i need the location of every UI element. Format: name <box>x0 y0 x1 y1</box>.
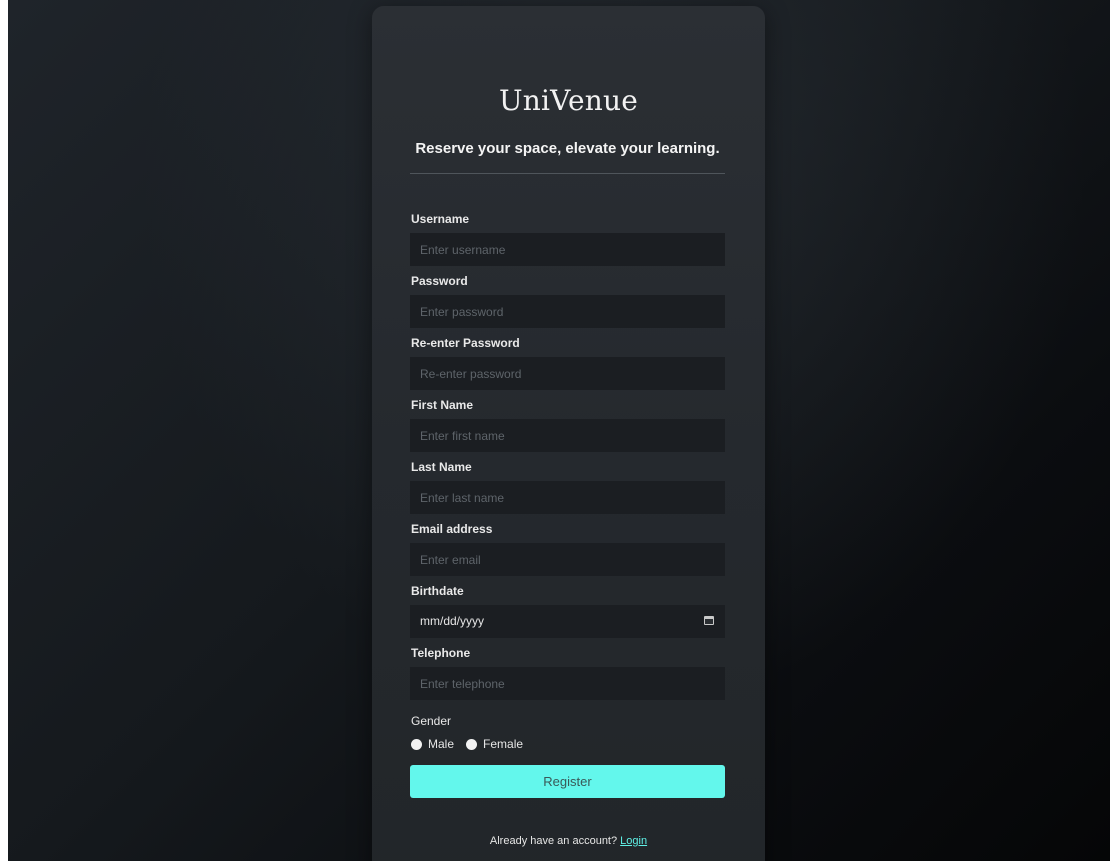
username-input[interactable] <box>410 233 725 266</box>
register-button[interactable]: Register <box>410 765 725 798</box>
birthdate-label: Birthdate <box>411 584 464 598</box>
login-prompt: Already have an account? Login <box>372 835 765 847</box>
password-label: Password <box>411 274 468 288</box>
birthdate-value: mm/dd/yyyy <box>420 614 485 628</box>
gender-male-option[interactable]: Male <box>411 737 454 751</box>
telephone-input[interactable] <box>410 667 725 700</box>
birthdate-input[interactable]: mm/dd/yyyy <box>410 605 725 638</box>
login-link[interactable]: Login <box>620 835 647 847</box>
password-input[interactable] <box>410 295 725 328</box>
radio-button-icon[interactable] <box>411 738 422 750</box>
calendar-icon[interactable] <box>704 616 714 625</box>
gender-male-label: Male <box>428 737 455 751</box>
radio-button-icon[interactable] <box>466 738 478 750</box>
registration-card: UniVenue Reserve your space, elevate you… <box>372 6 765 861</box>
reenter-password-label: Re-enter Password <box>411 336 520 350</box>
email-label: Email address <box>411 522 493 536</box>
gender-female-option[interactable]: Female <box>466 737 523 751</box>
login-prompt-text: Already have an account? <box>489 835 618 847</box>
gender-options: Male Female <box>411 737 535 751</box>
page-background: UniVenue Reserve your space, elevate you… <box>8 0 1110 861</box>
telephone-label: Telephone <box>411 646 471 660</box>
app-title: UniVenue <box>498 84 639 117</box>
username-label: Username <box>411 212 470 226</box>
first-name-input[interactable] <box>410 419 725 452</box>
divider <box>410 173 725 174</box>
first-name-label: First Name <box>411 398 474 412</box>
last-name-label: Last Name <box>411 460 472 474</box>
reenter-password-input[interactable] <box>410 357 725 390</box>
gender-label: Gender <box>411 714 452 728</box>
last-name-input[interactable] <box>410 481 725 514</box>
gender-female-label: Female <box>483 737 524 751</box>
tagline: Reserve your space, elevate your learnin… <box>415 140 720 157</box>
email-input[interactable] <box>410 543 725 576</box>
